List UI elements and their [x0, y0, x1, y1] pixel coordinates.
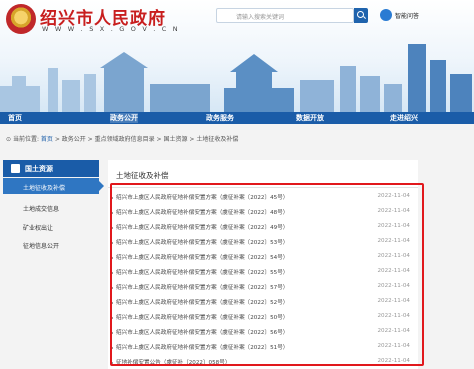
bullet-icon — [111, 272, 113, 274]
bullet-icon — [111, 287, 113, 289]
nav-open-data[interactable]: 数据开放 — [296, 113, 324, 123]
search-button[interactable] — [354, 8, 368, 23]
ai-assistant-link[interactable]: 智能问答 — [395, 11, 419, 20]
list-item[interactable]: 绍兴市上虞区人民政府征地补偿安置方案（虞征补案〔2022〕50号） 2022-11… — [108, 312, 418, 324]
breadcrumb-item[interactable]: 政务公开 — [62, 136, 86, 143]
nav-open-government[interactable]: 政务公开 — [110, 113, 138, 123]
list-item[interactable]: 绍兴市上虞区人民政府征地补偿安置方案（虞征补案〔2022〕48号） 2022-11… — [108, 207, 418, 219]
nav-home[interactable]: 首页 — [8, 113, 22, 123]
national-emblem-icon — [6, 4, 36, 34]
breadcrumb-bar: ⊙ 当前位置: 首页 > 政务公开 > 重点领域政府信息目录 > 国土资源 > … — [0, 124, 474, 152]
list-item[interactable]: 绍兴市上虞区人民政府征地补偿安置方案（虞征补案〔2022〕57号） 2022-11… — [108, 282, 418, 294]
bullet-icon — [111, 347, 113, 349]
location-icon: ⊙ — [6, 136, 13, 143]
list-item[interactable]: 绍兴市上虞区人民政府征地补偿安置方案（虞征补案〔2022〕54号） 2022-11… — [108, 252, 418, 264]
breadcrumb: ⊙ 当前位置: 首页 > 政务公开 > 重点领域政府信息目录 > 国土资源 > … — [6, 136, 239, 143]
site-url: W W W . S X . G O V . C N — [42, 25, 180, 33]
breadcrumb-item[interactable]: 土地征收及补偿 — [196, 136, 238, 143]
list-item[interactable]: 征地补偿安置公告（虞征补〔2022〕058号） 2022-11-04 — [108, 357, 418, 369]
list-item[interactable]: 绍兴市上虞区人民政府征地补偿安置方案（虞征补案〔2022〕45号） 2022-11… — [108, 192, 418, 204]
breadcrumb-item[interactable]: 重点领域政府信息目录 — [95, 136, 155, 143]
content-panel: 土地征收及补偿 绍兴市上虞区人民政府征地补偿安置方案（虞征补案〔2022〕45号… — [108, 160, 418, 369]
sidebar-item-mining-rights[interactable]: 矿业权出让 — [3, 218, 99, 234]
sidebar: 国土资源 土地征收及补偿 土地成交信息 矿业权出让 征地信息公开 — [0, 160, 104, 360]
sidebar-item-expropriation-disclosure[interactable]: 征地信息公开 — [3, 236, 99, 252]
robot-icon[interactable] — [380, 9, 392, 21]
list-item[interactable]: 绍兴市上虞区人民政府征地补偿安置方案（虞征补案〔2022〕49号） 2022-11… — [108, 222, 418, 234]
breadcrumb-home[interactable]: 首页 — [41, 136, 53, 143]
bullet-icon — [111, 212, 113, 214]
sidebar-item-land-transactions[interactable]: 土地成交信息 — [3, 199, 99, 215]
bullet-icon — [111, 257, 113, 259]
nav-government-services[interactable]: 政务服务 — [206, 113, 234, 123]
list-item[interactable]: 绍兴市上虞区人民政府征地补偿安置方案（虞征补案〔2022〕56号） 2022-11… — [108, 327, 418, 339]
bullet-icon — [111, 317, 113, 319]
page-title: 土地征收及补偿 — [116, 171, 169, 180]
search-input[interactable]: 请输入搜索关键词 — [216, 8, 354, 23]
bullet-icon — [111, 332, 113, 334]
list-item[interactable]: 绍兴市上虞区人民政府征地补偿安置方案（虞征补案〔2022〕55号） 2022-11… — [108, 267, 418, 279]
category-icon — [11, 164, 20, 173]
nav-about-shaoxing[interactable]: 走进绍兴 — [390, 113, 418, 123]
bullet-icon — [111, 242, 113, 244]
bullet-icon — [111, 362, 113, 364]
bullet-icon — [111, 302, 113, 304]
list-item[interactable]: 绍兴市上虞区人民政府征地补偿安置方案（虞征补案〔2022〕51号） 2022-11… — [108, 342, 418, 354]
main-nav: 首页 政务公开 政务服务 数据开放 走进绍兴 — [0, 112, 474, 124]
sidebar-item-land-expropriation[interactable]: 土地征收及补偿 — [3, 178, 104, 194]
list-item[interactable]: 绍兴市上虞区人民政府征地补偿安置方案（虞征补案〔2022〕52号） 2022-11… — [108, 297, 418, 309]
breadcrumb-item[interactable]: 国土资源 — [163, 136, 187, 143]
city-skyline-illustration — [0, 44, 472, 112]
site-header: 绍兴市人民政府 W W W . S X . G O V . C N 请输入搜索关… — [0, 0, 474, 112]
list-item[interactable]: 绍兴市上虞区人民政府征地补偿安置方案（虞征补案〔2022〕53号） 2022-11… — [108, 237, 418, 249]
bullet-icon — [111, 197, 113, 199]
sidebar-title: 国土资源 — [3, 160, 99, 177]
title-divider — [108, 187, 418, 188]
bullet-icon — [111, 227, 113, 229]
